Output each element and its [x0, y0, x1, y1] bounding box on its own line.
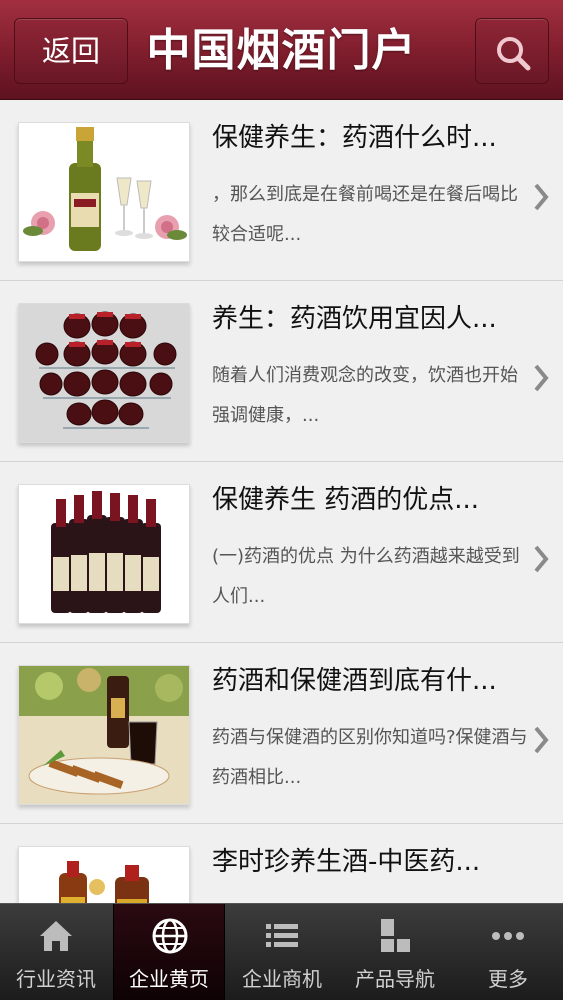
list-item[interactable]: 药酒和保健酒到底有什... 药酒与保健酒的区别你知道吗?保健酒与药酒相比...	[0, 643, 563, 824]
chevron-right-icon	[534, 183, 549, 211]
globe-icon	[152, 918, 188, 954]
tab-label: 行业资讯	[16, 967, 96, 991]
bottom-tab-bar: 行业资讯 企业黄页 企业商机 产品导航 更多	[0, 903, 563, 1000]
search-icon	[497, 37, 531, 71]
article-summary: 药酒与保健酒的区别你知道吗?保健酒与药酒相比...	[212, 727, 528, 788]
home-icon	[40, 921, 72, 951]
tab-label: 企业黄页	[129, 967, 209, 991]
list-item[interactable]: 李时珍养生酒-中医药...	[0, 824, 563, 903]
article-summary: ，那么到底是在餐前喝还是在餐后喝比较合适呢...	[212, 184, 518, 245]
tab-more[interactable]: 更多	[452, 904, 563, 1000]
tab-company-directory[interactable]: 企业黄页	[113, 904, 225, 1000]
article-summary: 随着人们消费观念的改变，饮酒也开始强调健康，...	[212, 365, 518, 426]
article-title: 养生：药酒饮用宜因人...	[212, 304, 497, 334]
back-button[interactable]: 返回	[14, 18, 128, 84]
grid-icon	[381, 919, 410, 952]
tab-business-opportunities[interactable]: 企业商机	[226, 904, 338, 1000]
search-button[interactable]	[475, 18, 549, 84]
beer-and-food-image	[18, 665, 190, 805]
list-icon	[266, 924, 298, 947]
tab-industry-news[interactable]: 行业资讯	[0, 904, 112, 1000]
list-item[interactable]: 保健养生 药酒的优点... (一)药酒的优点 为什么药酒越来越受到人们...	[0, 462, 563, 643]
article-title: 药酒和保健酒到底有什...	[212, 666, 497, 696]
header-bar: 返回 中国烟酒门户	[0, 0, 563, 100]
tab-product-navigation[interactable]: 产品导航	[339, 904, 451, 1000]
article-title: 李时珍养生酒-中医药...	[212, 847, 481, 877]
more-icon	[492, 932, 524, 940]
list-item[interactable]: 保健养生：药酒什么时... ，那么到底是在餐前喝还是在餐后喝比较合适呢...	[0, 100, 563, 281]
chevron-right-icon	[534, 726, 549, 754]
chevron-right-icon	[534, 545, 549, 573]
list-item[interactable]: 养生：药酒饮用宜因人... 随着人们消费观念的改变，饮酒也开始强调健康，...	[0, 281, 563, 462]
tab-label: 企业商机	[242, 967, 322, 991]
article-title: 保健养生：药酒什么时...	[212, 123, 497, 153]
tab-label: 更多	[488, 967, 528, 991]
article-summary: (一)药酒的优点 为什么药酒越来越受到人们...	[212, 546, 520, 607]
health-liquor-bottles-image	[18, 846, 190, 903]
champagne-bottle-image	[18, 122, 190, 262]
app-title: 中国烟酒门户	[146, 25, 417, 76]
chevron-right-icon	[534, 364, 549, 392]
wine-jars-rack-image	[18, 303, 190, 443]
wine-bottles-image	[18, 484, 190, 624]
tab-label: 产品导航	[355, 967, 435, 991]
article-list: 保健养生：药酒什么时... ，那么到底是在餐前喝还是在餐后喝比较合适呢... 养…	[0, 100, 563, 903]
article-title: 保健养生 药酒的优点...	[212, 485, 480, 515]
